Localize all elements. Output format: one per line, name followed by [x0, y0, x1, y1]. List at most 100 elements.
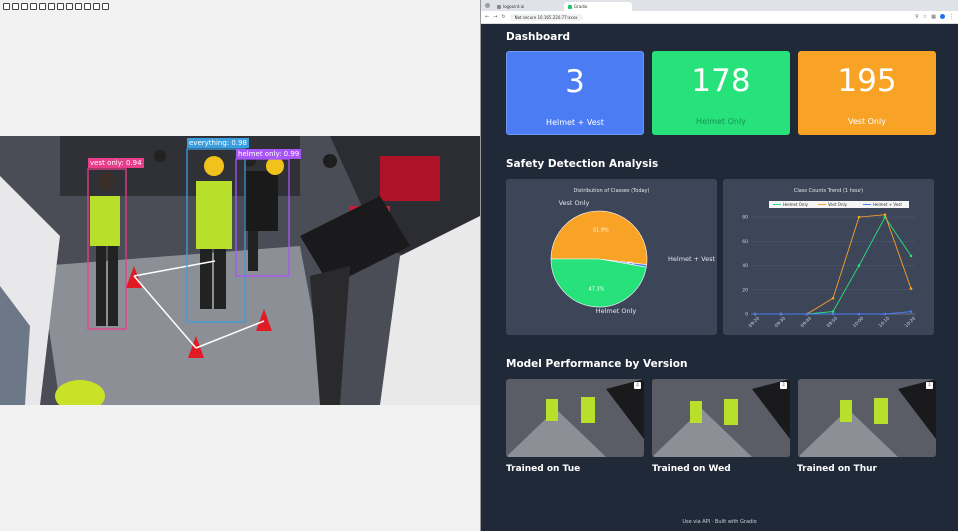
tool-icon[interactable] — [3, 3, 10, 10]
tool-icon[interactable] — [102, 3, 109, 10]
version-gallery: ⇩ ⇩ ⇩ — [506, 379, 936, 457]
camera-frame: vest only: 0.94 everything: 0.98 helmet … — [0, 136, 480, 405]
pie-slice[interactable] — [550, 258, 647, 308]
metric-card-vest-only: 195 Vest Only — [798, 51, 936, 135]
x-tick-label: 10:20 — [904, 315, 918, 329]
metric-card-helmet-only: 178 Helmet Only — [652, 51, 790, 135]
tool-icon[interactable] — [48, 3, 55, 10]
version-thumbnail[interactable]: ⇩ — [652, 379, 790, 457]
forward-icon[interactable]: → — [493, 14, 497, 20]
data-point[interactable] — [883, 213, 887, 216]
tab-bar: logpoint.ai Gradio — [481, 0, 958, 11]
performance-title: Model Performance by Version — [506, 358, 688, 370]
x-tick-label: 09:50 — [826, 315, 840, 329]
legend-label: Vest Only — [828, 202, 848, 207]
metric-value: 178 — [691, 63, 751, 99]
viewer-toolbar — [3, 3, 109, 10]
screen: vest only: 0.94 everything: 0.98 helmet … — [0, 0, 958, 531]
x-tick-label: 10:00 — [852, 315, 866, 329]
x-tick-label: 10:10 — [878, 315, 892, 329]
y-tick-label: 60 — [742, 239, 748, 245]
y-tick-label: 20 — [742, 287, 748, 293]
tool-icon[interactable] — [66, 3, 73, 10]
gradio-footer[interactable]: Use via API · Built with Gradio — [481, 519, 958, 525]
data-point[interactable] — [883, 312, 887, 316]
data-point[interactable] — [831, 312, 835, 316]
thumbnail-image — [798, 379, 936, 457]
favicon-icon — [568, 4, 572, 9]
metric-value: 195 — [837, 63, 897, 99]
back-icon[interactable]: ← — [485, 14, 489, 20]
pie-category-label: Helmet Only — [596, 307, 637, 315]
version-label: Trained on Tue — [506, 464, 581, 474]
version-thumbnail[interactable]: ⇩ — [798, 379, 936, 457]
reload-icon[interactable]: ↻ — [501, 14, 505, 20]
detection-label: everything: 0.98 — [187, 138, 249, 148]
y-tick-label: 80 — [742, 215, 748, 221]
tab-gradio[interactable]: Gradio — [564, 2, 632, 11]
version-label: Trained on Wed — [652, 464, 731, 474]
version-thumbnail[interactable]: ⇩ — [506, 379, 644, 457]
x-tick-label: 09:40 — [800, 315, 814, 329]
extensions-icon[interactable]: ▦ — [931, 14, 936, 20]
tool-icon[interactable] — [39, 3, 46, 10]
bookmark-icon[interactable]: ☆ — [923, 14, 927, 20]
metric-label: Vest Only — [848, 117, 886, 126]
data-point[interactable] — [805, 312, 809, 316]
tool-icon[interactable] — [21, 3, 28, 10]
data-point[interactable] — [909, 310, 913, 313]
data-point[interactable] — [779, 312, 783, 316]
download-icon[interactable]: ⇩ — [780, 382, 787, 389]
version-label: Trained on Thur — [797, 464, 877, 474]
url-input[interactable]: Not secure 10.165.220.77:xxxx — [509, 13, 583, 21]
data-point[interactable] — [909, 287, 913, 290]
tool-icon[interactable] — [57, 3, 64, 10]
data-point[interactable] — [831, 310, 835, 313]
data-point[interactable] — [753, 312, 757, 316]
pie-chart[interactable]: 51.9%0.8%47.3%Vest OnlyHelmet + VestHelm… — [506, 179, 717, 335]
pie-slice[interactable] — [550, 210, 648, 266]
camera-scene — [0, 136, 480, 405]
legend-label: Helmet Only — [783, 202, 809, 207]
pie-slice-label: 47.3% — [589, 287, 605, 293]
data-point[interactable] — [857, 312, 861, 316]
tool-icon[interactable] — [75, 3, 82, 10]
metric-cards: 3 Helmet + Vest 178 Helmet Only 195 Vest… — [506, 51, 936, 135]
thumbnail-image — [506, 379, 644, 457]
zoom-icon[interactable]: ⚲ — [915, 14, 919, 20]
tool-icon[interactable] — [93, 3, 100, 10]
line-chart[interactable]: 0 20 40 60 80 09:20 09:30 09:40 09:50 10:00 10:10 1… — [723, 179, 934, 335]
pie-slice-label: 51.9% — [593, 227, 609, 233]
tool-icon[interactable] — [12, 3, 19, 10]
tool-icon[interactable] — [84, 3, 91, 10]
video-viewer-window: vest only: 0.94 everything: 0.98 helmet … — [0, 0, 480, 531]
metric-label: Helmet Only — [696, 117, 746, 126]
tab-label: logpoint.ai — [503, 4, 525, 9]
legend-label: Helmet + Vest — [873, 202, 902, 207]
dashboard-title: Dashboard — [506, 31, 571, 43]
address-bar-actions: ⚲ ☆ ▦ ⋮ — [915, 14, 954, 20]
favicon-icon — [497, 4, 501, 9]
metric-card-helmet-vest: 3 Helmet + Vest — [506, 51, 644, 135]
menu-icon[interactable]: ⋮ — [949, 14, 954, 20]
download-icon[interactable]: ⇩ — [634, 382, 641, 389]
pie-category-label: Helmet + Vest — [668, 255, 715, 263]
data-point[interactable] — [857, 264, 861, 267]
y-tick-label: 0 — [745, 312, 748, 318]
data-point[interactable] — [857, 215, 861, 219]
browser-window: logpoint.ai Gradio ← → ↻ Not secure 10.1… — [481, 0, 958, 531]
detection-label: helmet only: 0.99 — [236, 149, 302, 159]
analysis-title: Safety Detection Analysis — [506, 158, 659, 170]
data-point[interactable] — [831, 296, 835, 300]
address-bar: ← → ↻ Not secure 10.165.220.77:xxxx ⚲ ☆ … — [481, 11, 958, 24]
download-icon[interactable]: ⇩ — [926, 382, 933, 389]
tab-logpoint[interactable]: logpoint.ai — [493, 2, 561, 11]
data-point[interactable] — [909, 254, 913, 258]
metric-label: Helmet + Vest — [546, 118, 604, 127]
window-control-icon[interactable] — [485, 3, 490, 8]
y-tick-label: 40 — [742, 263, 748, 269]
profile-avatar[interactable] — [940, 14, 945, 19]
line-chart-panel: Class Counts Trend (1 hour) 0 20 40 60 80 09:… — [723, 179, 934, 335]
tab-label: Gradio — [574, 4, 588, 9]
tool-icon[interactable] — [30, 3, 37, 10]
